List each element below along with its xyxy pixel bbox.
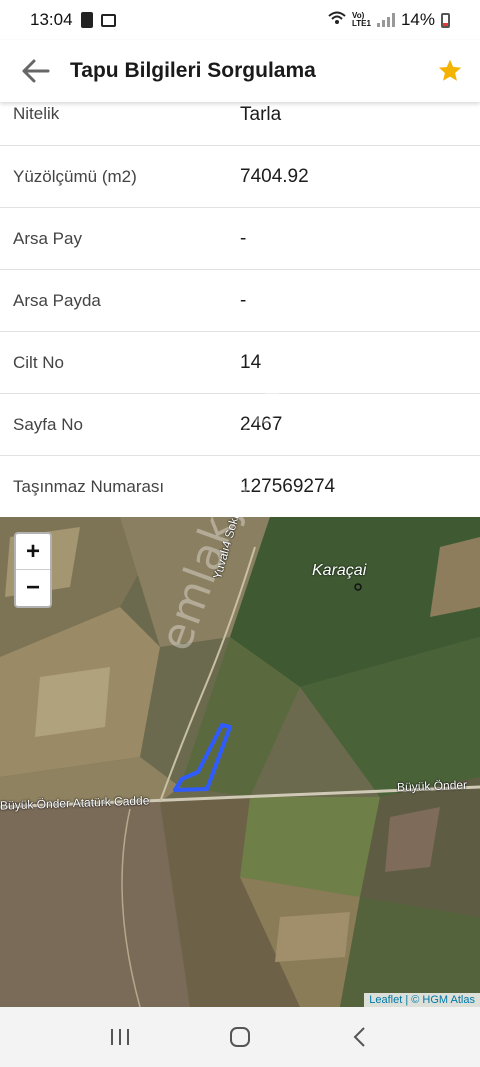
info-value: Tarla [240, 104, 282, 125]
arrow-left-icon [22, 59, 50, 83]
info-label: Arsa Payda [13, 290, 101, 310]
star-icon [438, 59, 462, 81]
place-label: Karaçai [312, 562, 367, 579]
back-icon [353, 1027, 365, 1047]
zoom-control: + − [14, 532, 52, 608]
zoom-out-button[interactable]: − [16, 570, 50, 606]
status-right: Vo) LTE1 14% [328, 10, 450, 30]
map-attribution[interactable]: Leaflet | © HGM Atlas [364, 993, 480, 1007]
back-button[interactable] [0, 40, 70, 102]
wifi-icon [328, 11, 346, 29]
info-label: Arsa Pay [13, 228, 82, 248]
battery-percent: 14% [400, 10, 435, 29]
page-title: Tapu Bilgileri Sorgulama [70, 59, 316, 82]
road-label: Büyük Önder [396, 777, 468, 795]
zoom-in-button[interactable]: + [16, 534, 50, 570]
map-imagery [0, 517, 480, 1007]
battery-icon [441, 12, 450, 28]
recent-apps-button[interactable] [90, 1007, 150, 1067]
home-button[interactable] [210, 1007, 270, 1067]
info-value: - [240, 289, 247, 311]
info-row-arsa-payda: Arsa Payda - [0, 270, 480, 332]
volte-icon: Vo) LTE1 [352, 11, 371, 28]
info-value: 7404.92 [240, 165, 309, 187]
notification-icon [80, 12, 93, 28]
info-row-arsa-pay: Arsa Pay - [0, 208, 480, 270]
info-label: Nitelik [13, 104, 60, 123]
home-icon [230, 1027, 250, 1047]
info-label: Sayfa No [13, 414, 83, 434]
nav-back-button[interactable] [330, 1007, 390, 1067]
app-bar: Tapu Bilgileri Sorgulama [0, 40, 480, 102]
info-label: Yüzölçümü (m2) [13, 166, 137, 186]
status-time: 13:04 [30, 10, 73, 29]
info-row-nitelik: Nitelik Tarla [0, 102, 480, 146]
info-value: - [240, 227, 247, 249]
info-row-cilt-no: Cilt No 14 [0, 332, 480, 394]
signal-icon [376, 13, 395, 27]
system-nav-bar [0, 1007, 480, 1067]
recent-apps-icon [111, 1029, 129, 1045]
satellite-map[interactable]: Karaçai Yuvalı4 Sokak Büyük Önder Atatür… [0, 517, 480, 1007]
gallery-icon [100, 13, 116, 27]
info-label: Cilt No [13, 352, 65, 372]
favorite-button[interactable] [420, 40, 480, 102]
status-bar: 13:04 Vo) LTE1 14% [0, 0, 480, 40]
info-row-area: Yüzölçümü (m2) 7404.92 [0, 146, 480, 208]
status-left: 13:04 [30, 10, 116, 30]
